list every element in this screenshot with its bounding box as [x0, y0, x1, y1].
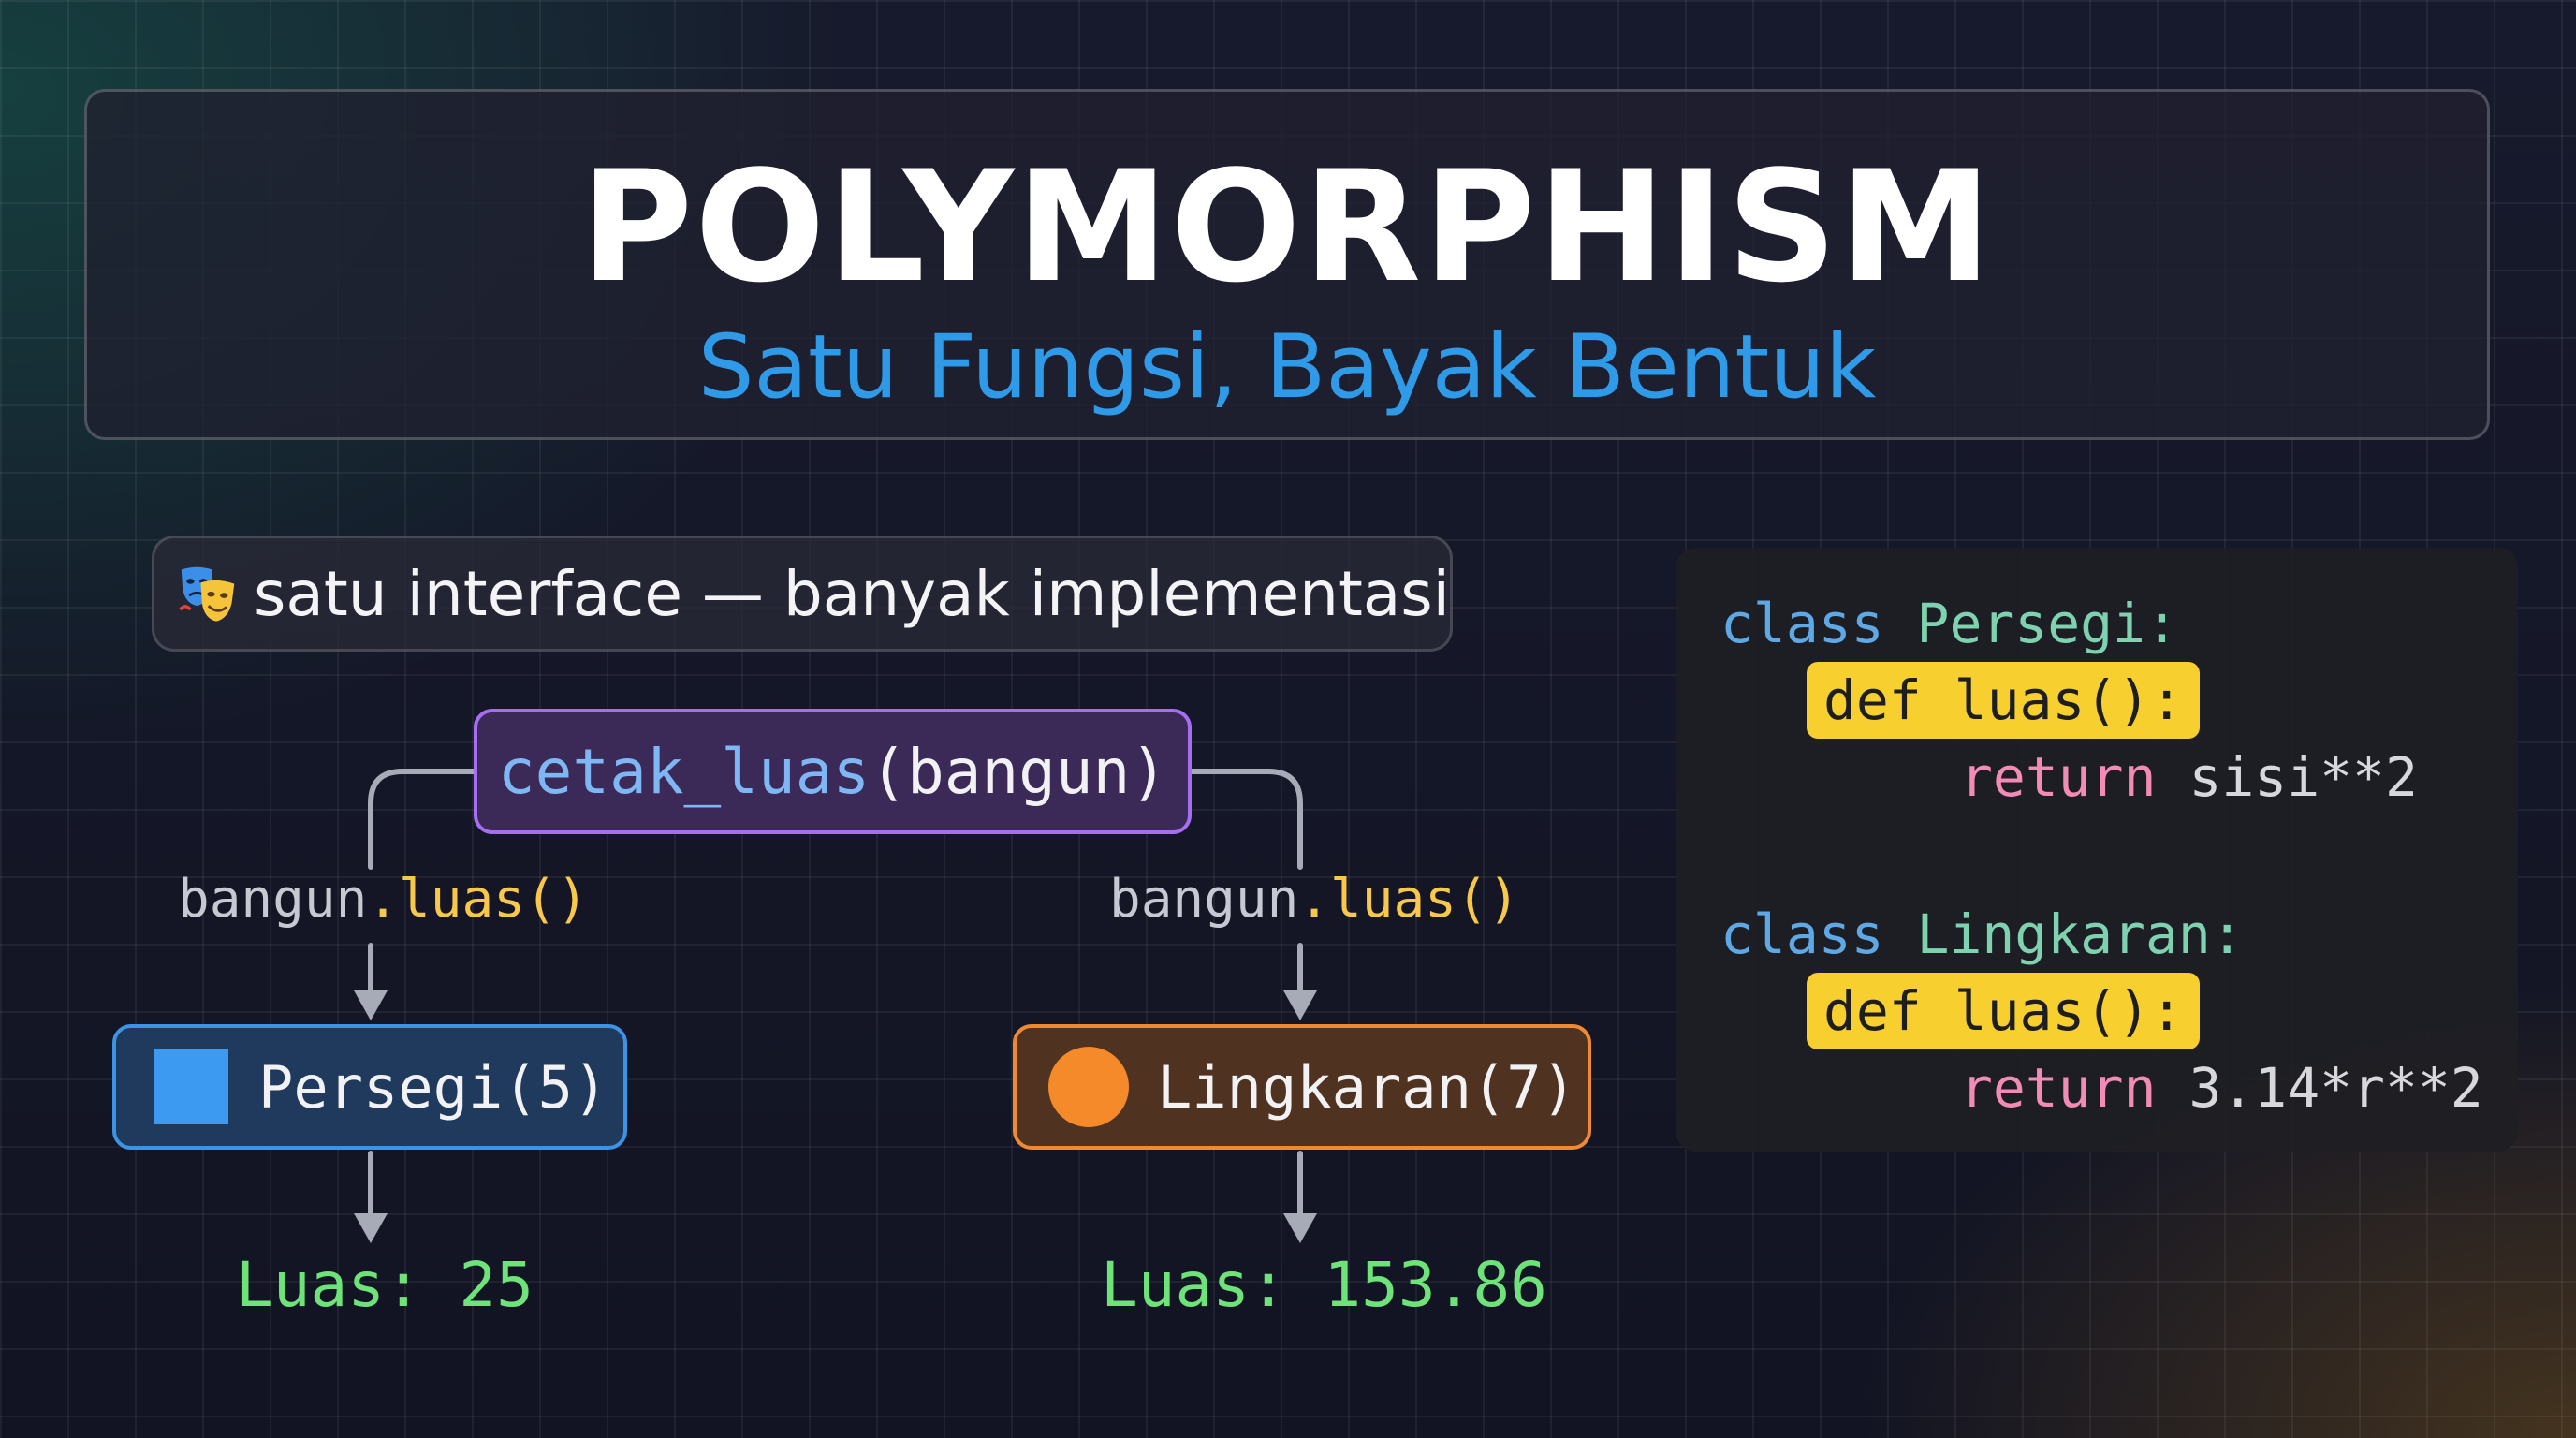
call-method: .luas(): [367, 869, 589, 930]
method-highlight: def luas():: [1807, 973, 2201, 1049]
persegi-label: Persegi(5): [258, 1052, 608, 1122]
arrowhead-right-mid: [1283, 990, 1317, 1020]
persegi-box: Persegi(5): [112, 1024, 627, 1150]
result-lingkaran: Luas: 153.86: [1101, 1249, 1547, 1321]
code-line-return-persegi: return sisi**2: [1960, 739, 2418, 815]
result-persegi: Luas: 25: [236, 1249, 534, 1321]
return-expression: sisi**2: [2188, 745, 2418, 809]
class-name: Lingkaran:: [1916, 902, 2244, 966]
function-call-box: cetak_luas (bangun): [474, 709, 1192, 834]
connector-left-top: [368, 769, 476, 870]
return-expression: 3.14*r**2: [2188, 1056, 2483, 1120]
keyword-class: class: [1720, 902, 1884, 966]
lingkaran-label: Lingkaran(7): [1157, 1052, 1576, 1122]
code-line-return-lingkaran: return 3.14*r**2: [1960, 1049, 2483, 1126]
arrowhead-left-mid: [354, 990, 388, 1020]
code-line-class-persegi: class Persegi:: [1720, 585, 2178, 662]
call-object: bangun: [1109, 869, 1299, 930]
square-icon: [154, 1049, 228, 1124]
lingkaran-box: Lingkaran(7): [1013, 1024, 1591, 1150]
arrowhead-right-bottom: [1283, 1213, 1317, 1243]
keyword-return: return: [1960, 1056, 2157, 1120]
code-line-def-lingkaran: def luas():: [1807, 973, 2201, 1049]
keyword-return: return: [1960, 745, 2157, 809]
keyword-class: class: [1720, 592, 1884, 655]
arrowhead-left-bottom: [354, 1213, 388, 1243]
method-call-label-right: bangun.luas(): [1109, 869, 1519, 930]
circle-icon: [1048, 1047, 1129, 1127]
code-line-def-persegi: def luas():: [1807, 662, 2201, 739]
connector-right-top: [1189, 769, 1303, 870]
code-panel: class Persegi: def luas(): return sisi**…: [1676, 548, 2518, 1152]
method-highlight: def luas():: [1807, 662, 2201, 739]
code-line-class-lingkaran: class Lingkaran:: [1720, 896, 2244, 973]
infographic-canvas: POLYMORPHISM Satu Fungsi, Bayak Bentuk s…: [0, 0, 2576, 1438]
call-object: bangun: [178, 869, 368, 930]
function-name: cetak_luas: [497, 735, 871, 808]
call-method: .luas(): [1298, 869, 1520, 930]
method-call-label-left: bangun.luas(): [178, 869, 588, 930]
function-args: (bangun): [870, 735, 1168, 808]
class-name: Persegi:: [1916, 592, 2178, 655]
